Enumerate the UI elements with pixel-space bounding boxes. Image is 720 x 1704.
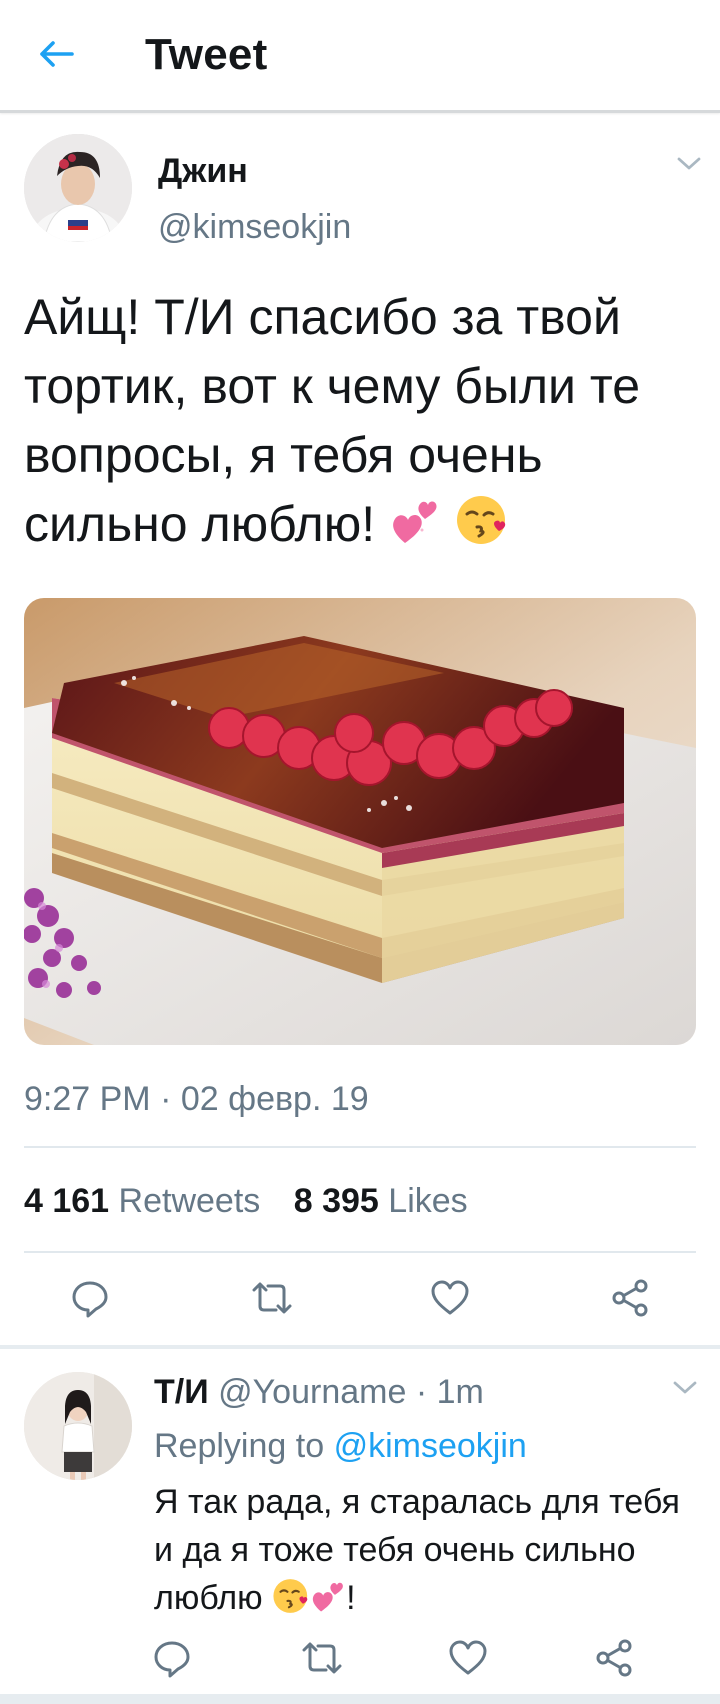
reply-text-content: Я так рада, я старалась для тебя и да я … [154, 1483, 680, 1617]
reply-avatar[interactable] [24, 1372, 132, 1480]
tweet-photo[interactable] [24, 598, 696, 1045]
like-button[interactable] [420, 1268, 480, 1328]
chevron-down-icon[interactable] [672, 152, 706, 176]
like-button[interactable] [438, 1628, 498, 1688]
divider [24, 1251, 696, 1253]
tweet-actions [0, 1268, 720, 1328]
share-icon [596, 1639, 632, 1677]
like-icon [431, 1280, 469, 1315]
tweet-text: Айщ! Т/И спасибо за твой тортик, вот к ч… [24, 283, 704, 565]
section-separator [0, 1694, 720, 1704]
author-handle[interactable]: @kimseokjin [158, 208, 351, 247]
reply-handle[interactable]: @Yourname [218, 1373, 406, 1411]
divider [24, 1146, 696, 1148]
tweet-text-content: Айщ! Т/И спасибо за твой тортик, вот к ч… [24, 289, 641, 552]
face-blowing-kiss-emoji [455, 493, 509, 565]
retweets-count[interactable]: 4 161 [24, 1182, 109, 1220]
replying-to-handle[interactable]: @kimseokjin [334, 1427, 527, 1465]
tweet-timestamp: 9:27 PM · 02 февр. 19 [24, 1080, 369, 1118]
reply-header: Т/И @Yourname · 1m [154, 1373, 484, 1412]
author-name[interactable]: Джин [158, 152, 248, 191]
app-header: Tweet [0, 0, 720, 113]
likes-count[interactable]: 8 395 [294, 1182, 379, 1220]
two-hearts-emoji [389, 496, 441, 565]
share-button[interactable] [600, 1268, 660, 1328]
reply-actions [0, 1628, 720, 1688]
section-separator [0, 1345, 720, 1349]
retweet-button[interactable] [242, 1268, 302, 1328]
two-hearts-emoji [310, 1579, 346, 1628]
reply-text: Я так рада, я старалась для тебя и да я … [154, 1478, 694, 1628]
face-blowing-kiss-emoji [272, 1577, 310, 1628]
avatar[interactable] [24, 134, 132, 242]
like-icon [449, 1640, 487, 1675]
reply-icon [72, 1281, 108, 1318]
retweet-button[interactable] [292, 1628, 352, 1688]
replying-to-label: Replying to [154, 1427, 325, 1465]
retweet-icon [302, 1642, 342, 1674]
page-title: Tweet [145, 30, 268, 79]
reply-author-name[interactable]: Т/И [154, 1373, 209, 1411]
likes-label[interactable]: Likes [388, 1182, 467, 1220]
arrow-left-icon [40, 41, 74, 67]
retweet-icon [252, 1282, 292, 1314]
reply-dot: · [415, 1373, 428, 1411]
share-button[interactable] [584, 1628, 644, 1688]
chevron-down-icon[interactable] [668, 1376, 702, 1400]
reply-text-suffix: ! [346, 1579, 356, 1617]
tweet-stats: 4 161 Retweets 8 395 Likes [24, 1182, 468, 1221]
reply-button[interactable] [60, 1268, 120, 1328]
reply-button[interactable] [142, 1628, 202, 1688]
retweets-label[interactable]: Retweets [119, 1182, 261, 1220]
back-button[interactable] [36, 34, 76, 74]
reply-time: 1m [436, 1373, 484, 1411]
share-icon [612, 1279, 648, 1317]
reply-icon [154, 1641, 190, 1678]
replying-to: Replying to @kimseokjin [154, 1427, 527, 1466]
